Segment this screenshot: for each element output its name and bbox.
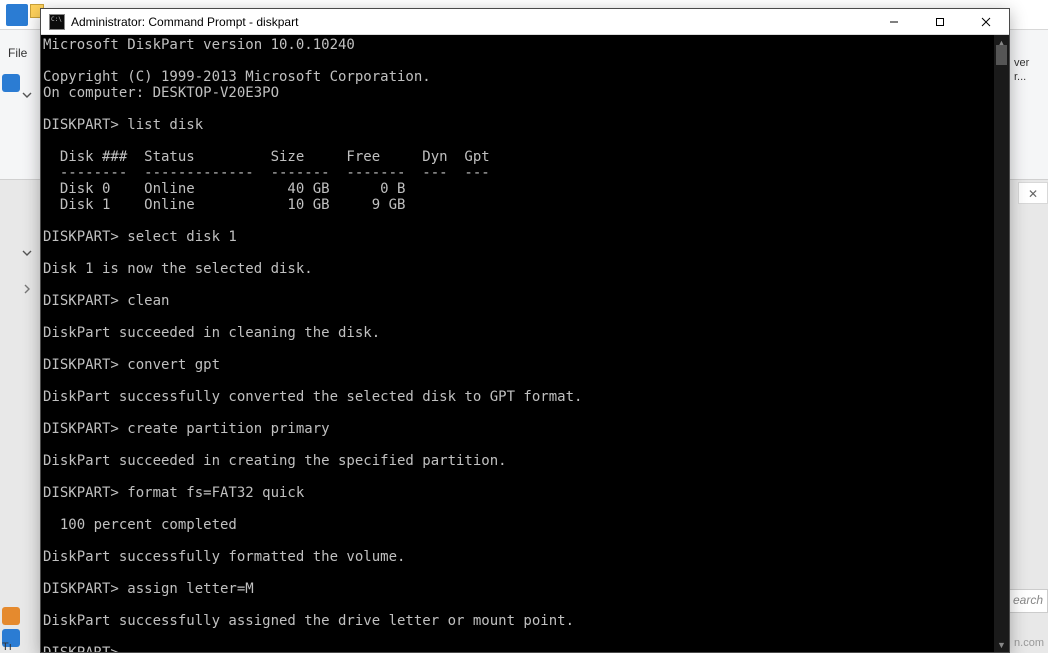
background-watermark: n.com xyxy=(1014,637,1044,649)
chevron-down-icon xyxy=(22,248,32,258)
background-label-fragment: ver r... xyxy=(1014,56,1046,84)
scroll-down-arrow-icon[interactable]: ▼ xyxy=(994,637,1009,652)
background-app-icon xyxy=(6,4,28,26)
maximize-button[interactable] xyxy=(917,9,963,34)
window-title: Administrator: Command Prompt - diskpart xyxy=(71,15,871,29)
background-text-fragment: Tı xyxy=(2,641,12,653)
terminal-output[interactable]: Microsoft DiskPart version 10.0.10240 Co… xyxy=(41,35,994,652)
taskbar-icon xyxy=(2,607,20,625)
minimize-button[interactable] xyxy=(871,9,917,34)
window-controls xyxy=(871,9,1009,34)
command-prompt-icon xyxy=(49,14,65,30)
terminal-area[interactable]: Microsoft DiskPart version 10.0.10240 Co… xyxy=(41,35,1009,652)
chevron-right-icon xyxy=(22,284,32,294)
chevron-down-icon xyxy=(22,90,32,100)
background-panel-close[interactable]: ✕ xyxy=(1018,182,1048,204)
toolbar-icon xyxy=(2,74,20,92)
background-toolbar-icons xyxy=(2,70,22,96)
close-button[interactable] xyxy=(963,9,1009,34)
scrollbar-thumb[interactable] xyxy=(996,45,1007,65)
desktop: File ✕ ver r... earch n.com Tı Administr… xyxy=(0,0,1048,653)
window-titlebar[interactable]: Administrator: Command Prompt - diskpart xyxy=(41,9,1009,35)
background-search-fragment[interactable]: earch xyxy=(1008,589,1048,613)
command-prompt-window: Administrator: Command Prompt - diskpart… xyxy=(40,8,1010,653)
file-menu[interactable]: File xyxy=(8,46,27,60)
scrollbar[interactable]: ▲ ▼ xyxy=(994,35,1009,652)
